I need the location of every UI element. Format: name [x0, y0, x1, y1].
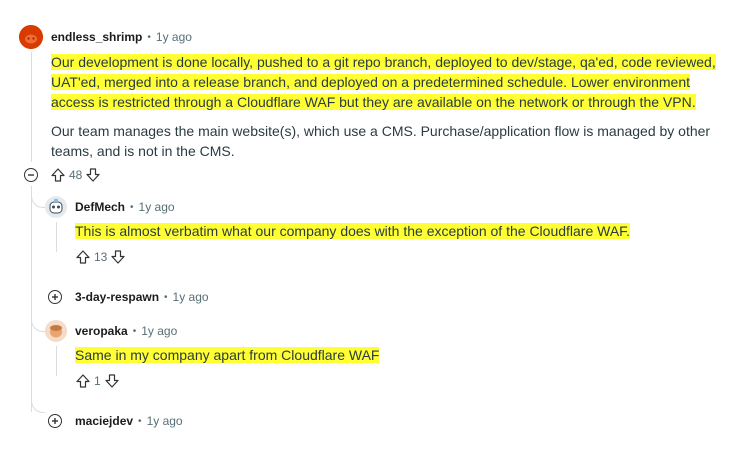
- comment-username[interactable]: 3-day-respawn: [75, 290, 159, 304]
- thread-line-replies: [31, 186, 32, 412]
- snoo-avatar-icon: [45, 196, 67, 218]
- separator-dot: •: [132, 325, 137, 337]
- comment-body: Our development is done locally, pushed …: [51, 52, 721, 161]
- thread-line-main: [31, 52, 32, 162]
- thread-line-defmech: [56, 222, 57, 252]
- vote-bar: 48: [50, 167, 101, 183]
- comment-header: veropaka • 1y ago: [75, 324, 177, 338]
- thread-line-veropaka: [56, 346, 57, 376]
- thread-branch-curve: [31, 312, 45, 332]
- comment-text-line: Our development is done locally, pushed …: [51, 54, 716, 70]
- downvote-arrow-icon[interactable]: [85, 167, 101, 183]
- comment-timestamp[interactable]: 1y ago: [139, 200, 175, 214]
- vote-bar: 1: [75, 373, 120, 389]
- expand-thread-button[interactable]: [48, 290, 62, 304]
- avatar[interactable]: [19, 25, 43, 49]
- comment-text-line: UAT'ed, merged into a release branch, an…: [51, 74, 691, 90]
- vote-count: 48: [69, 168, 83, 182]
- separator-dot: •: [164, 291, 168, 303]
- avatar[interactable]: [45, 196, 67, 218]
- comment-header: endless_shrimp • 1y ago: [51, 30, 192, 44]
- expand-thread-button[interactable]: [48, 414, 62, 428]
- avatar[interactable]: [45, 320, 67, 342]
- comment-text-line: teams, and is not in the CMS.: [51, 143, 235, 159]
- minus-circle-icon: [28, 174, 34, 176]
- plus-circle-icon: [52, 294, 58, 300]
- vote-count: 1: [94, 374, 101, 388]
- collapse-thread-button[interactable]: [24, 168, 38, 182]
- downvote-arrow-icon[interactable]: [104, 373, 120, 389]
- comment-text-line: Our team manages the main website(s), wh…: [51, 123, 711, 139]
- comment-username[interactable]: endless_shrimp: [51, 30, 142, 44]
- comment-timestamp[interactable]: 1y ago: [156, 30, 192, 44]
- comment-timestamp[interactable]: 1y ago: [147, 414, 183, 428]
- comment-header: DefMech • 1y ago: [75, 200, 175, 214]
- thread-branch-curve: [31, 186, 45, 208]
- comment-text-line: Same in my company apart from Cloudflare…: [75, 347, 380, 363]
- comment-username[interactable]: veropaka: [75, 324, 128, 338]
- comment-username[interactable]: maciejdev: [75, 414, 133, 428]
- comment-header: 3-day-respawn • 1y ago: [75, 290, 209, 304]
- thread-branch-curve: [31, 395, 45, 413]
- separator-dot: •: [130, 201, 134, 213]
- comment-body: This is almost verbatim what our company…: [75, 221, 631, 241]
- upvote-arrow-icon[interactable]: [75, 249, 91, 265]
- comment-text-line: This is almost verbatim what our company…: [75, 223, 631, 239]
- upvote-arrow-icon[interactable]: [75, 373, 91, 389]
- comment-header: maciejdev • 1y ago: [75, 414, 183, 428]
- snoo-avatar-icon: [45, 320, 67, 342]
- vote-bar: 13: [75, 249, 126, 265]
- separator-dot: •: [147, 31, 151, 43]
- comment-body: Same in my company apart from Cloudflare…: [75, 345, 380, 365]
- separator-dot: •: [138, 415, 142, 427]
- comment-username[interactable]: DefMech: [75, 200, 125, 214]
- snoo-avatar-icon: [19, 25, 43, 49]
- comment-text-line: access is restricted through a Cloudflar…: [51, 94, 696, 110]
- plus-circle-icon: [52, 418, 58, 424]
- vote-count: 13: [94, 250, 108, 264]
- comment-timestamp[interactable]: 1y ago: [173, 290, 209, 304]
- upvote-arrow-icon[interactable]: [50, 167, 66, 183]
- downvote-arrow-icon[interactable]: [110, 249, 126, 265]
- comment-timestamp[interactable]: 1y ago: [141, 324, 177, 338]
